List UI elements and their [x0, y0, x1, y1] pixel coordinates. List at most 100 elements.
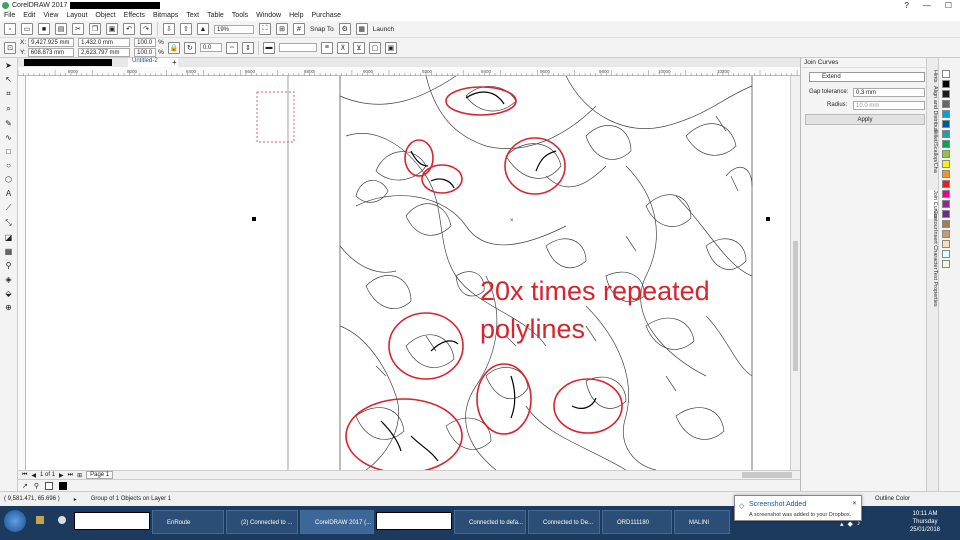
next-page-icon[interactable]: ▶ — [59, 472, 64, 479]
add-tool-icon[interactable]: ⊕ — [5, 303, 12, 312]
palette-swatch[interactable] — [942, 250, 950, 258]
interactive-fill-icon[interactable]: ◈ — [5, 275, 11, 284]
pick-tool-icon[interactable]: ➤ — [5, 61, 12, 70]
smart-fill-icon[interactable]: ⬙ — [5, 289, 11, 298]
taskbar-item-enroute[interactable]: EnRoute — [152, 510, 224, 534]
to-front-icon[interactable]: ⊼ — [336, 41, 349, 54]
new-tab-plus-icon[interactable]: + — [172, 58, 177, 67]
tab-insert-character[interactable]: Insert Character — [928, 230, 938, 269]
clock[interactable]: 10:11 AM Thursday 25/01/2018 — [910, 510, 940, 534]
connector-tool-icon[interactable]: ⤡ — [5, 218, 11, 228]
palette-swatch[interactable] — [942, 240, 950, 248]
zoom-level-select[interactable]: 19% — [214, 24, 254, 34]
page-tab[interactable]: Page 1 — [86, 471, 114, 479]
chrome-icon[interactable] — [58, 516, 66, 524]
y-position-field[interactable]: 608.873 mm — [27, 48, 74, 57]
last-page-icon[interactable]: ⏭ — [68, 472, 73, 479]
options-gear-icon[interactable]: ⚙ — [338, 23, 351, 35]
menu-layout[interactable]: Layout — [66, 12, 87, 19]
first-page-icon[interactable]: ⏮ — [22, 472, 27, 479]
palette-swatch[interactable] — [942, 80, 950, 88]
eyedropper-icon[interactable]: ⚲ — [6, 261, 12, 270]
gap-tolerance-input[interactable]: 0.3 mm — [853, 87, 925, 97]
mirror-vertical-icon[interactable]: ⇕ — [241, 41, 254, 54]
palette-swatch[interactable] — [942, 140, 950, 148]
paste-icon[interactable]: ▣ — [106, 23, 118, 35]
shape-tool-icon[interactable]: ↖ — [5, 75, 12, 84]
apply-button[interactable]: Apply — [805, 114, 925, 125]
x-position-field[interactable]: 9,427.925 mm — [28, 38, 75, 47]
grid-icon[interactable]: # — [293, 23, 305, 35]
taskbar-item-coreldraw[interactable]: CorelDRAW 2017 (... — [300, 510, 374, 534]
launch-dropdown[interactable]: Launch — [373, 26, 394, 33]
menu-edit[interactable]: Edit — [23, 12, 35, 19]
palette-swatch[interactable] — [942, 120, 950, 128]
menu-window[interactable]: Window — [256, 12, 281, 19]
palette-swatch[interactable] — [942, 220, 950, 228]
palette-swatch[interactable] — [942, 150, 950, 158]
selection-handle-right[interactable] — [766, 217, 770, 221]
menu-help[interactable]: Help — [289, 12, 303, 19]
radius-input[interactable]: 10.0 mm — [853, 100, 925, 110]
horizontal-ruler[interactable]: 8000 8200 8400 8600 8800 9000 9200 9400 9600 9800… — [17, 67, 808, 76]
palette-swatch[interactable] — [942, 70, 950, 78]
tab-text-properties[interactable]: Text Properties — [928, 270, 938, 307]
horizontal-scrollbar[interactable]: ⏮ ◀ 1 of 1 ▶ ⏭ ⊞ Page 1 — [18, 470, 800, 479]
rulers-icon[interactable]: ⊞ — [276, 23, 288, 35]
lock-ratio-icon[interactable]: 🔒 — [167, 41, 180, 54]
mirror-horizontal-icon[interactable]: ⇔ — [225, 41, 238, 54]
outline-width-select[interactable] — [278, 43, 317, 52]
cut-icon[interactable]: ✂ — [72, 23, 84, 35]
save-icon[interactable]: ■ — [38, 23, 50, 35]
scale-x-field[interactable]: 100.0 — [134, 38, 157, 47]
eyedropper-small-icon[interactable]: ⚲ — [34, 482, 39, 490]
wrap-text-icon[interactable]: ≡ — [320, 41, 333, 54]
crop-tool-icon[interactable]: ⌗ — [6, 89, 11, 99]
prev-page-icon[interactable]: ◀ — [31, 472, 36, 479]
undo-icon[interactable]: ↶ — [123, 23, 135, 35]
palette-swatch[interactable] — [942, 170, 950, 178]
new-document-icon[interactable]: ▫ — [4, 23, 16, 35]
dropbox-notification[interactable]: ◇ Screenshot Added A screenshot was adde… — [734, 495, 862, 521]
palette-swatch[interactable] — [942, 90, 950, 98]
menu-purchase[interactable]: Purchase — [311, 12, 341, 19]
menu-tools[interactable]: Tools — [232, 12, 248, 19]
taskbar-item-ord[interactable]: ORD111180 — [602, 510, 672, 534]
open-folder-icon[interactable]: ▭ — [21, 23, 33, 35]
object-width-field[interactable]: 1,432.0 mm — [78, 38, 131, 47]
tray-shield-icon[interactable]: ◆ — [848, 520, 853, 528]
menu-object[interactable]: Object — [95, 12, 115, 19]
ungroup-icon[interactable]: ▣ — [384, 41, 397, 54]
drop-shadow-icon[interactable]: ◪ — [5, 233, 13, 242]
snap-to-dropdown[interactable]: Snap To — [310, 26, 334, 33]
explorer-icon[interactable] — [36, 516, 44, 524]
pointer-icon[interactable]: ↗ — [22, 482, 28, 490]
minimize-button[interactable]: — — [923, 1, 931, 10]
palette-swatch[interactable] — [942, 130, 950, 138]
rotate-icon[interactable]: ↻ — [183, 41, 196, 54]
publish-pdf-icon[interactable]: ▲ — [197, 23, 209, 35]
join-mode-select[interactable]: Extend — [809, 72, 925, 82]
outline-width-icon[interactable]: ▬ — [262, 41, 275, 54]
taskbar-item-connected-1[interactable]: (2) Connected to ... — [226, 510, 298, 534]
polygon-tool-icon[interactable]: ⬡ — [5, 175, 12, 184]
vertical-scrollbar[interactable] — [790, 76, 800, 470]
tab-align-distribute[interactable]: Align and Distribute — [928, 86, 938, 134]
launch-icon[interactable]: ▦ — [355, 23, 368, 35]
group-icon[interactable]: ▢ — [368, 41, 381, 54]
scale-y-field[interactable]: 100.0 — [134, 48, 157, 57]
freehand-tool-icon[interactable]: ✎ — [5, 119, 12, 128]
palette-swatch[interactable] — [942, 190, 950, 198]
rotation-field[interactable]: 0.0 — [199, 43, 222, 52]
palette-swatch[interactable] — [942, 110, 950, 118]
palette-swatch[interactable] — [942, 210, 950, 218]
menu-view[interactable]: View — [43, 12, 58, 19]
tab-untitled-2[interactable]: Untitled-2 — [128, 58, 178, 67]
outline-black-swatch[interactable] — [59, 481, 68, 490]
redo-icon[interactable]: ↷ — [140, 23, 152, 35]
full-screen-icon[interactable]: ⛶ — [259, 23, 271, 35]
to-back-icon[interactable]: ⊻ — [352, 41, 365, 54]
text-tool-icon[interactable]: A — [6, 189, 11, 198]
ellipse-tool-icon[interactable]: ○ — [6, 161, 11, 170]
fill-none-swatch[interactable] — [45, 481, 54, 490]
